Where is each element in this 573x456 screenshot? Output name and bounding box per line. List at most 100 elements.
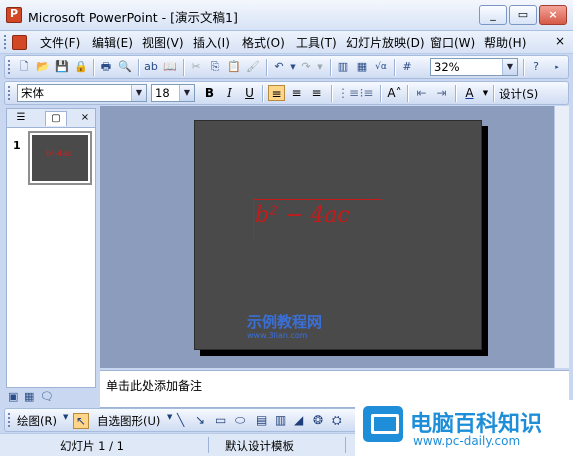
open-folder-icon[interactable]: 📂 <box>36 60 50 74</box>
brand-url: www.pc-daily.com <box>413 434 521 448</box>
pane-tabs: ☰ ▢ × <box>7 109 95 128</box>
formula-text[interactable]: b² − 4ac <box>255 203 350 228</box>
menu-bar: 文件(F) 编辑(E) 视图(V) 插入(I) 格式(O) 工具(T) 幻灯片放… <box>0 31 573 54</box>
spelling-icon[interactable]: ab <box>144 60 158 74</box>
toolbar-grip-handle[interactable] <box>8 413 10 427</box>
oval-tool-icon[interactable]: ⬭ <box>235 413 245 428</box>
save-icon[interactable]: 💾 <box>55 60 69 74</box>
underline-button[interactable]: U <box>241 85 258 101</box>
document-icon[interactable] <box>12 35 27 50</box>
menu-slideshow[interactable]: 幻灯片放映(D) <box>346 34 425 51</box>
normal-view-icon[interactable]: ▣ <box>8 390 18 403</box>
autoshapes-button[interactable]: 自选图形(U) <box>97 413 160 429</box>
current-slide[interactable]: b² − 4ac 示例教程网 www.3lian.com <box>194 120 482 350</box>
select-objects-icon[interactable]: ↖ <box>73 413 90 429</box>
align-center-button[interactable]: ≡ <box>288 85 305 101</box>
chevron-down-icon[interactable]: ▼ <box>477 85 494 101</box>
menu-view[interactable]: 视图(V) <box>142 34 184 51</box>
vertical-scrollbar[interactable] <box>554 106 569 368</box>
increase-font-size-button[interactable]: A˄ <box>386 85 403 101</box>
insert-table-icon[interactable]: ▦ <box>355 60 369 74</box>
toolbar-separator <box>394 59 395 76</box>
textbox-vertical-icon[interactable]: ▥ <box>275 413 286 427</box>
font-select[interactable]: 宋体 ▼ <box>17 84 147 102</box>
tab-outline[interactable]: ☰ <box>11 111 31 125</box>
undo-dropdown-icon[interactable]: ▼ <box>286 60 300 74</box>
increase-indent-button[interactable]: ⇥ <box>433 85 450 101</box>
numbering-button[interactable]: ⋮≡ <box>337 85 359 101</box>
close-button[interactable]: × <box>539 5 567 25</box>
menu-grip-handle[interactable] <box>4 35 9 49</box>
minimize-button[interactable]: _ <box>479 5 507 25</box>
window-controls: _ ▭ × <box>479 5 567 25</box>
toolbar-options-icon[interactable]: ▸ <box>550 60 564 74</box>
bold-button[interactable]: B <box>201 85 218 101</box>
slides-pane: ☰ ▢ × 1 b²-4ac <box>6 108 96 388</box>
chevron-down-icon[interactable]: ▼ <box>131 85 146 101</box>
help-icon[interactable]: ? <box>529 60 543 74</box>
diagram-icon[interactable]: ❂ <box>313 413 323 427</box>
tab-slides[interactable]: ▢ <box>45 111 67 126</box>
maximize-button[interactable]: ▭ <box>509 5 537 25</box>
paste-icon[interactable]: 📋 <box>227 60 241 74</box>
italic-button[interactable]: I <box>221 85 238 101</box>
formatting-toolbar: 宋体 ▼ 18 ▼ B I U ≡ ≡ ≡ ⋮≡ ⁝≡ A˄ ⇤ ⇥ A ▼ 设… <box>4 81 569 105</box>
minimize-icon: _ <box>490 8 496 21</box>
menu-help[interactable]: 帮助(H) <box>484 34 526 51</box>
cut-icon[interactable]: ✂ <box>189 60 203 74</box>
align-left-button[interactable]: ≡ <box>268 85 285 101</box>
copy-icon[interactable]: ⎘ <box>208 60 222 74</box>
show-grid-icon[interactable]: # <box>400 60 414 74</box>
print-preview-icon[interactable]: 🔍 <box>118 60 132 74</box>
slide-editing-area: b² − 4ac 示例教程网 www.3lian.com <box>100 106 569 368</box>
decrease-indent-button[interactable]: ⇤ <box>413 85 430 101</box>
bullets-button[interactable]: ⁝≡ <box>358 85 375 101</box>
new-document-icon[interactable]: 🗋 <box>17 60 31 74</box>
menu-insert[interactable]: 插入(I) <box>193 34 230 51</box>
thumbnail-formula: b²-4ac <box>46 149 72 158</box>
arrow-tool-icon[interactable]: ↘ <box>195 413 205 427</box>
menu-window[interactable]: 窗口(W) <box>430 34 475 51</box>
draw-menu-button[interactable]: 绘图(R) <box>17 413 57 429</box>
align-right-button[interactable]: ≡ <box>308 85 325 101</box>
insert-chart-icon[interactable]: ▥ <box>336 60 350 74</box>
line-tool-icon[interactable]: ╲ <box>177 413 184 427</box>
status-separator <box>208 437 209 453</box>
zoom-select[interactable]: 32% ▼ <box>430 58 518 76</box>
menu-file[interactable]: 文件(F) <box>40 34 80 51</box>
toolbar-separator <box>330 59 331 76</box>
wordart-icon[interactable]: ◢ <box>294 413 303 427</box>
research-icon[interactable]: 📖 <box>163 60 177 74</box>
menu-tools[interactable]: 工具(T) <box>296 34 337 51</box>
redo-icon[interactable]: ↷ <box>299 60 313 74</box>
clipart-icon[interactable]: ⛭ <box>332 413 342 428</box>
design-button[interactable]: 设计(S) <box>499 86 538 102</box>
slide-sorter-view-icon[interactable]: ▦ <box>24 390 34 403</box>
close-icon: × <box>548 8 558 21</box>
powerpoint-app-icon[interactable] <box>6 7 22 23</box>
undo-icon[interactable]: ↶ <box>272 60 286 74</box>
chevron-down-icon[interactable]: ▼ <box>63 413 68 421</box>
slide-thumbnail[interactable]: b²-4ac <box>28 131 92 185</box>
pane-close-icon[interactable]: × <box>75 111 95 125</box>
chevron-down-icon[interactable]: ▼ <box>167 413 172 421</box>
toolbar-grip-handle[interactable] <box>8 86 10 100</box>
chevron-down-icon[interactable]: ▼ <box>179 85 194 101</box>
slideshow-view-icon[interactable]: 🗨 <box>40 390 54 403</box>
maximize-icon: ▭ <box>517 8 529 21</box>
print-icon[interactable]: 🖶 <box>99 60 113 74</box>
redo-dropdown-icon[interactable]: ▼ <box>313 60 327 74</box>
insert-equation-icon[interactable]: √α <box>374 60 388 74</box>
format-painter-icon[interactable]: 🖌 <box>246 60 260 74</box>
permission-icon[interactable]: 🔒 <box>74 60 88 74</box>
toolbar-grip-handle[interactable] <box>8 60 10 74</box>
toolbar-separator <box>380 85 381 102</box>
textbox-tool-icon[interactable]: ▤ <box>256 413 267 427</box>
rectangle-tool-icon[interactable]: ▭ <box>215 413 226 427</box>
menu-edit[interactable]: 编辑(E) <box>92 34 133 51</box>
font-size-select[interactable]: 18 ▼ <box>151 84 195 102</box>
document-close-button[interactable]: × <box>555 34 565 48</box>
font-color-button[interactable]: A <box>461 85 478 101</box>
menu-format[interactable]: 格式(O) <box>242 34 285 51</box>
chevron-down-icon[interactable]: ▼ <box>502 59 517 75</box>
